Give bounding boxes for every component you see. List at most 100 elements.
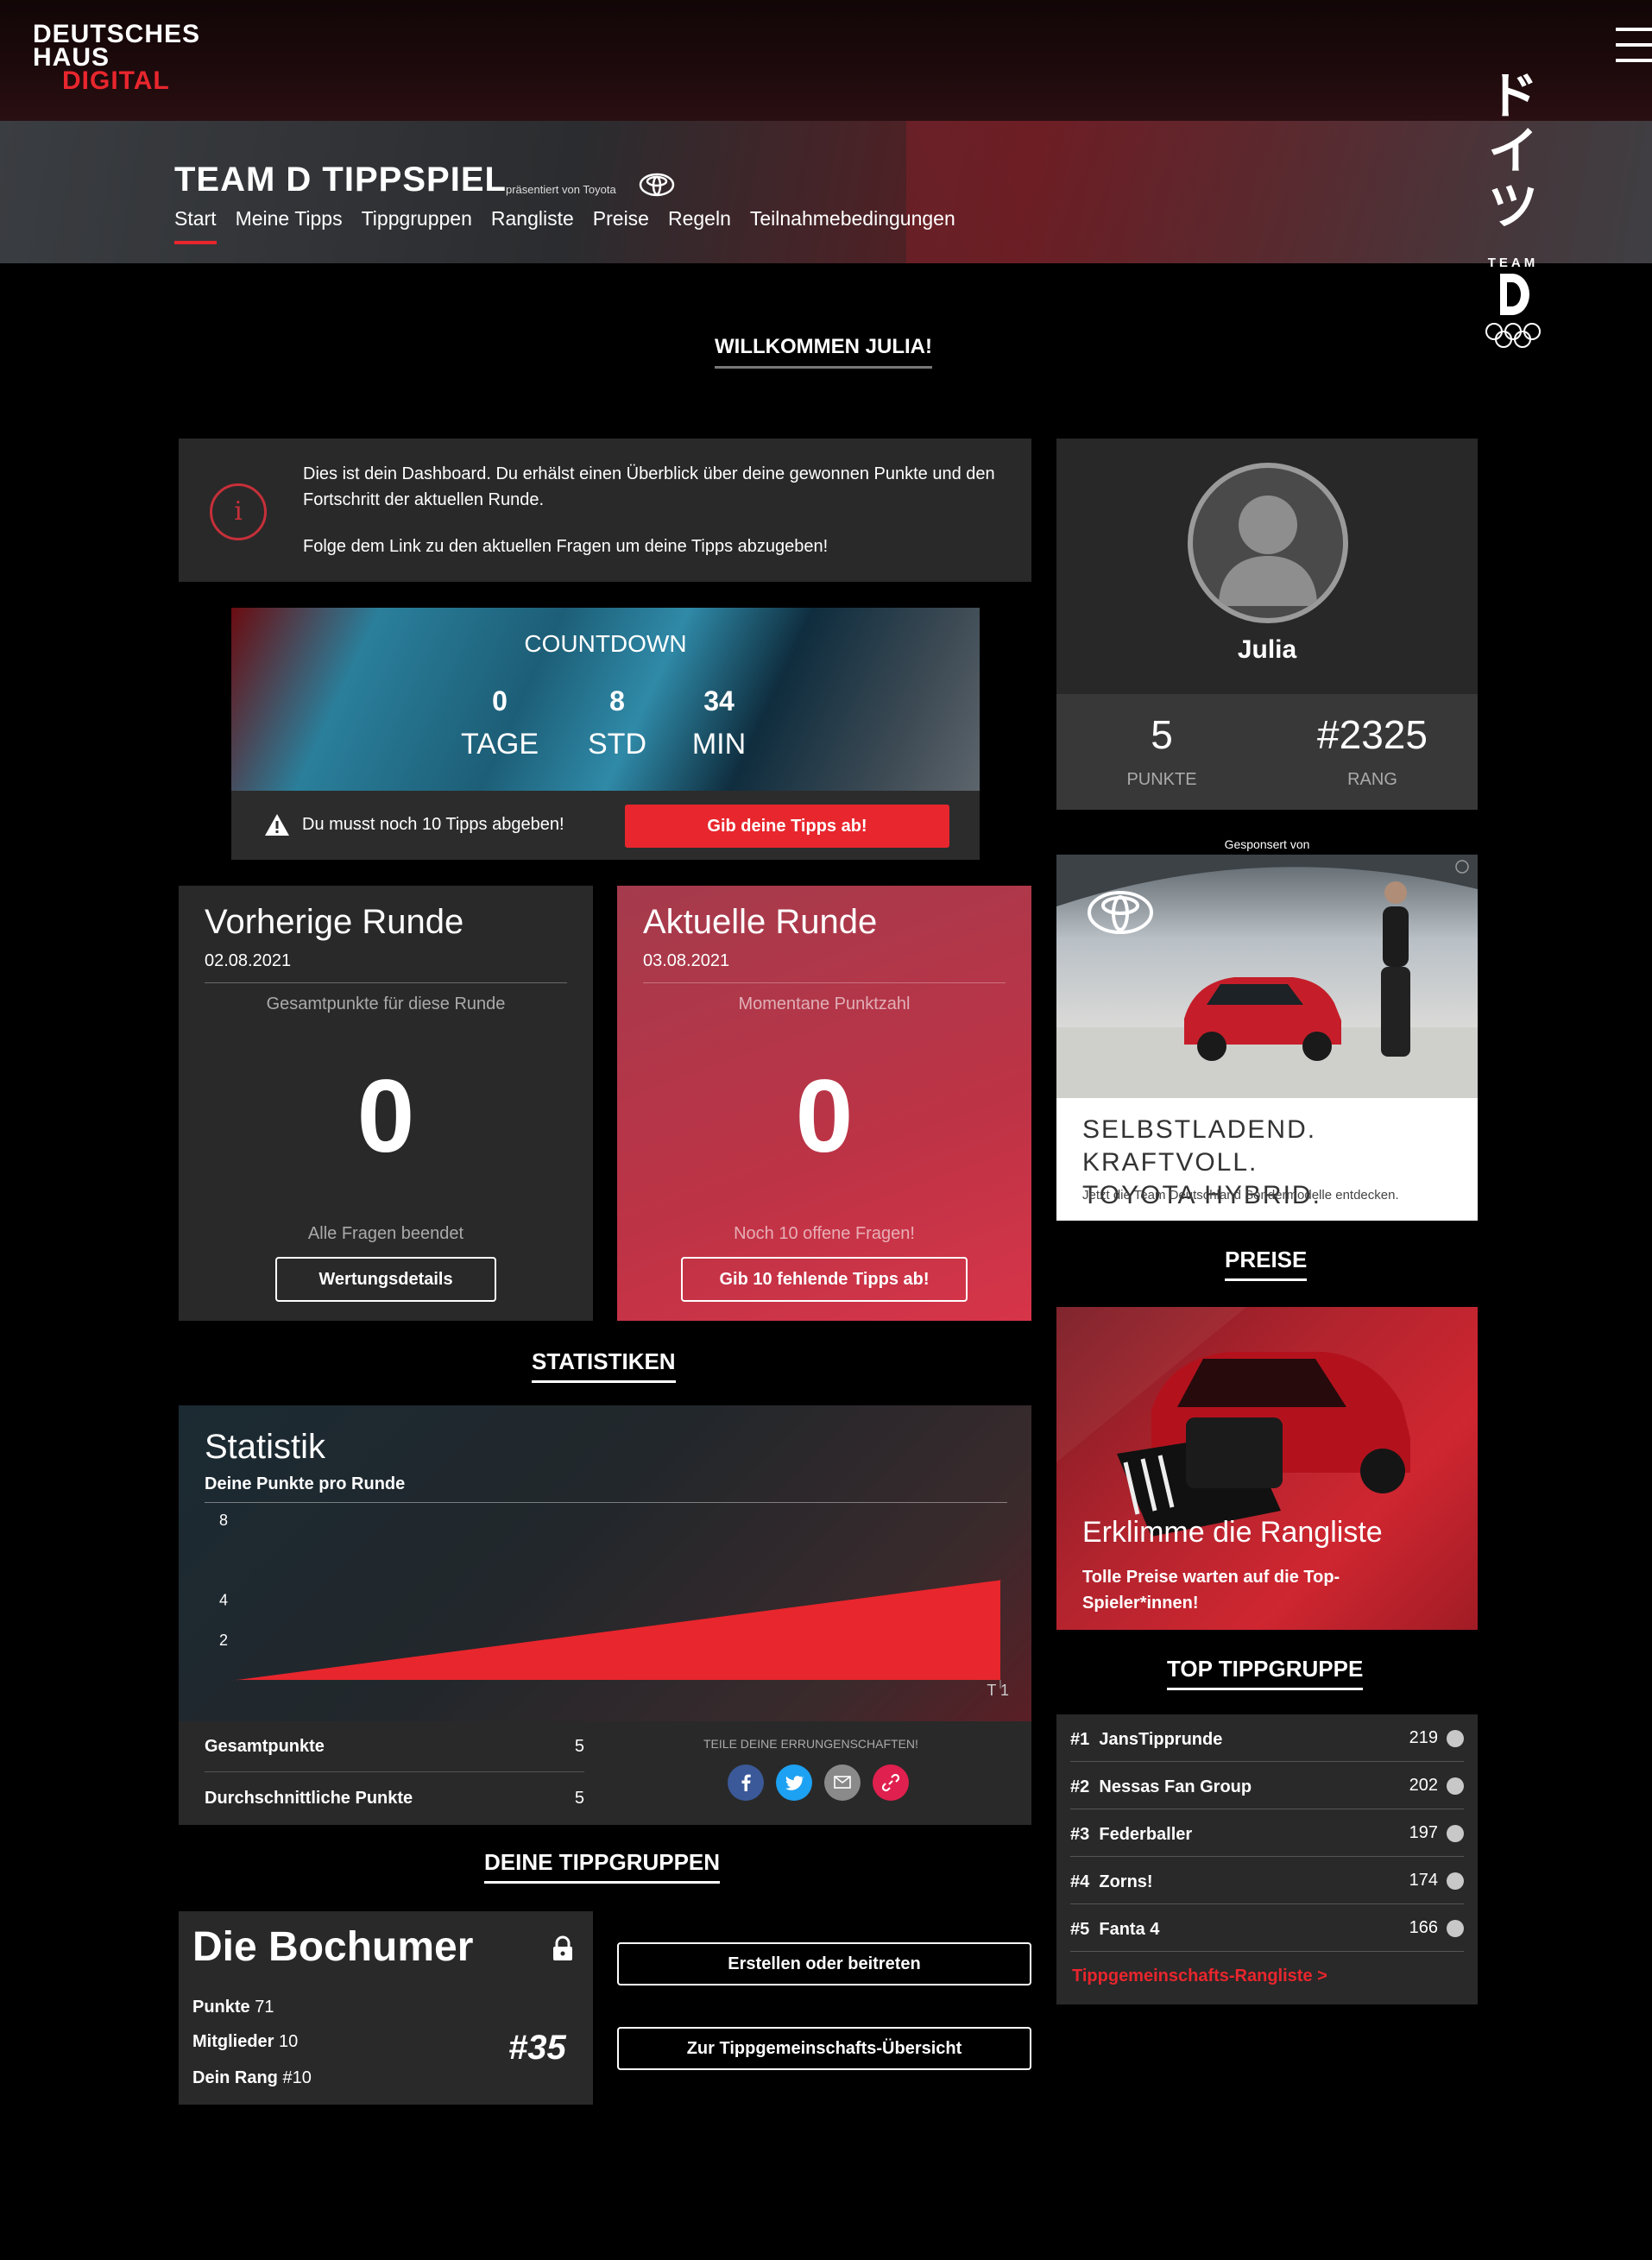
top-group-row[interactable]: #1 JansTipprunde 219 <box>1070 1714 1464 1762</box>
logo-line-2: HAUS <box>33 43 110 72</box>
group-ranking-link[interactable]: Tippgemeinschafts-Rangliste > <box>1072 1966 1327 1986</box>
prizes-card[interactable]: Erklimme die Rangliste Tolle Preise wart… <box>1056 1307 1478 1630</box>
previous-round-card: Vorherige Runde 02.08.2021 Gesamtpunkte … <box>179 886 593 1321</box>
statistics-summary: Gesamtpunkte 5 Durchschnittliche Punkte … <box>179 1721 1031 1825</box>
previous-round-points: 0 <box>356 1058 415 1174</box>
previous-round-date: 02.08.2021 <box>205 951 292 970</box>
nav-preise[interactable]: Preise <box>593 207 649 244</box>
previous-round-title: Vorherige Runde <box>205 903 464 941</box>
previous-round-note: Alle Fragen beendet <box>307 1224 464 1243</box>
data-point <box>236 1679 238 1681</box>
info-icon: i <box>210 483 267 540</box>
avatar[interactable] <box>1188 463 1348 623</box>
ad-image <box>1056 855 1478 1098</box>
olympic-rings-icon <box>1485 323 1541 348</box>
y-tick-label: 2 <box>219 1632 228 1649</box>
top-group-row[interactable]: #5 Fanta 4 166 <box>1070 1904 1464 1952</box>
page-title: TEAM D TIPPSPIEL <box>174 161 507 199</box>
lock-icon <box>553 1935 572 1960</box>
data-point <box>999 1579 1001 1581</box>
warning-icon <box>265 814 289 836</box>
presented-by: präsentiert von Toyota <box>506 183 616 196</box>
group-overview-button[interactable]: Zur Tippgemeinschafts-Übersicht <box>617 2027 1031 2070</box>
profile-name: Julia <box>1237 635 1297 664</box>
nav-teilnahmebedingungen[interactable]: Teilnahmebedingungen <box>750 207 955 244</box>
statistics-panel: Statistik Deine Punkte pro Runde 248T 1 <box>179 1405 1031 1721</box>
x-tick-label: T 1 <box>987 1682 1009 1699</box>
sponsor-label: Gesponsert von <box>1224 837 1310 851</box>
deutsches-haus-logo[interactable]: DEUTSCHES HAUS DIGITAL <box>33 20 201 95</box>
top-groups-panel: #1 JansTipprunde 219 #2 Nessas Fan Group… <box>1056 1714 1478 2004</box>
submit-tips-button[interactable]: Gib deine Tipps ab! <box>625 805 949 848</box>
profile-rank: #2325 RANG <box>1317 712 1428 789</box>
nav-regeln[interactable]: Regeln <box>668 207 731 244</box>
group-card[interactable]: Die Bochumer Punkte 71 Mitglieder 10 Dei… <box>179 1911 593 2105</box>
scoring-details-button[interactable]: Wertungsdetails <box>275 1257 496 1302</box>
ad-small-text: Jetzt die Team Deutschland Sondermodelle… <box>1082 1188 1399 1203</box>
current-round-date: 03.08.2021 <box>643 951 730 970</box>
countdown-footer: Du musst noch 10 Tipps abgeben! Gib dein… <box>231 791 980 860</box>
y-tick-label: 8 <box>219 1512 228 1529</box>
current-round-points: 0 <box>795 1058 854 1174</box>
group-name: Die Bochumer <box>192 1924 474 1970</box>
top-groups-section-title: TOP TIPPGRUPPE <box>1167 1656 1364 1690</box>
info-panel: i Dies ist dein Dashboard. Du erhälst ei… <box>179 439 1031 582</box>
twitter-share-icon[interactable] <box>776 1764 812 1801</box>
total-points-value: 5 <box>574 1737 584 1756</box>
prizes-text: Tolle Preise warten auf die Top-Spieler*… <box>1082 1568 1340 1613</box>
average-points-value: 5 <box>574 1789 584 1808</box>
team-d-logo-icon <box>1500 274 1529 315</box>
total-points-row: Gesamtpunkte 5 <box>205 1737 584 1757</box>
toyota-logo-icon <box>639 173 675 197</box>
countdown: COUNTDOWN 0 TAGE 8 STD 34 MIN <box>231 608 980 791</box>
team-d-brand: ド イ ツ TEAM <box>1483 69 1543 353</box>
top-group-row[interactable]: #3 Federballer 197 <box>1070 1809 1464 1857</box>
groups-section-title: DEINE TIPPGRUPPEN <box>484 1849 721 1884</box>
group-points: Punkte 71 <box>192 1998 274 2017</box>
top-bar: DEUTSCHES HAUS DIGITAL <box>0 0 1652 121</box>
create-or-join-button[interactable]: Erstellen oder beitreten <box>617 1942 1031 1985</box>
group-rank: #35 <box>508 2029 566 2067</box>
group-members: Mitglieder 10 <box>192 2032 299 2051</box>
nav-rangliste[interactable]: Rangliste <box>491 207 574 244</box>
kana-1: ド <box>1487 68 1538 124</box>
profile-points: 5 PUNKTE <box>1126 712 1197 789</box>
team-label: TEAM <box>1487 256 1539 270</box>
welcome-heading: WILLKOMMEN JULIA! <box>715 335 932 369</box>
total-points-label: Gesamtpunkte <box>205 1737 325 1756</box>
top-group-row[interactable]: #4 Zorns! 174 <box>1070 1857 1464 1904</box>
statistics-section-title: STATISTIKEN <box>532 1348 676 1383</box>
info-text-1: Dies ist dein Dashboard. Du erhälst eine… <box>303 464 995 509</box>
countdown-title: COUNTDOWN <box>524 630 687 657</box>
points-chart: 2 4 8 T 1 <box>219 1512 1009 1699</box>
points-area-series <box>237 1580 1000 1680</box>
share-label: TEILE DEINE ERRUNGENSCHAFTEN! <box>703 1737 918 1751</box>
facebook-share-icon[interactable] <box>728 1764 764 1801</box>
prizes-section-title: PREISE <box>1225 1247 1308 1281</box>
prizes-headline: Erklimme die Rangliste <box>1082 1516 1383 1549</box>
logo-line-1: DEUTSCHES <box>33 20 201 48</box>
y-tick-label: 4 <box>219 1592 228 1609</box>
current-round-title: Aktuelle Runde <box>643 903 878 941</box>
group-my-rank: Dein Rang #10 <box>192 2068 312 2087</box>
average-points-row: Durchschnittliche Punkte 5 <box>205 1789 584 1809</box>
tips-warning: Du musst noch 10 Tipps abgeben! <box>302 815 564 834</box>
nav-start[interactable]: Start <box>174 207 217 244</box>
top-group-row[interactable]: #2 Nessas Fan Group 202 <box>1070 1762 1464 1809</box>
info-text-2: Folge dem Link zu den aktuellen Fragen u… <box>303 537 829 556</box>
average-points-label: Durchschnittliche Punkte <box>205 1789 413 1808</box>
countdown-minutes: 34 MIN <box>691 685 747 761</box>
toyota-ad[interactable]: SELBSTLADEND. KRAFTVOLL. TOYOTA HYBRID. J… <box>1056 855 1478 1221</box>
kana-2: イ <box>1487 123 1538 180</box>
profile-card: Julia 5 PUNKTE #2325 RANG <box>1056 439 1478 810</box>
nav-tippgruppen[interactable]: Tippgruppen <box>362 207 472 244</box>
previous-round-caption: Gesamtpunkte für diese Runde <box>266 994 506 1013</box>
link-share-icon[interactable] <box>873 1764 909 1801</box>
nav-meine-tipps[interactable]: Meine Tipps <box>236 207 343 244</box>
logo-line-3: DIGITAL <box>62 66 170 95</box>
missing-tips-button[interactable]: Gib 10 fehlende Tipps ab! <box>681 1257 968 1302</box>
current-round-caption: Momentane Punktzahl <box>738 994 911 1013</box>
menu-icon[interactable] <box>1616 28 1652 73</box>
email-share-icon[interactable] <box>824 1764 861 1801</box>
current-round-card: Aktuelle Runde 03.08.2021 Momentane Punk… <box>617 886 1031 1321</box>
